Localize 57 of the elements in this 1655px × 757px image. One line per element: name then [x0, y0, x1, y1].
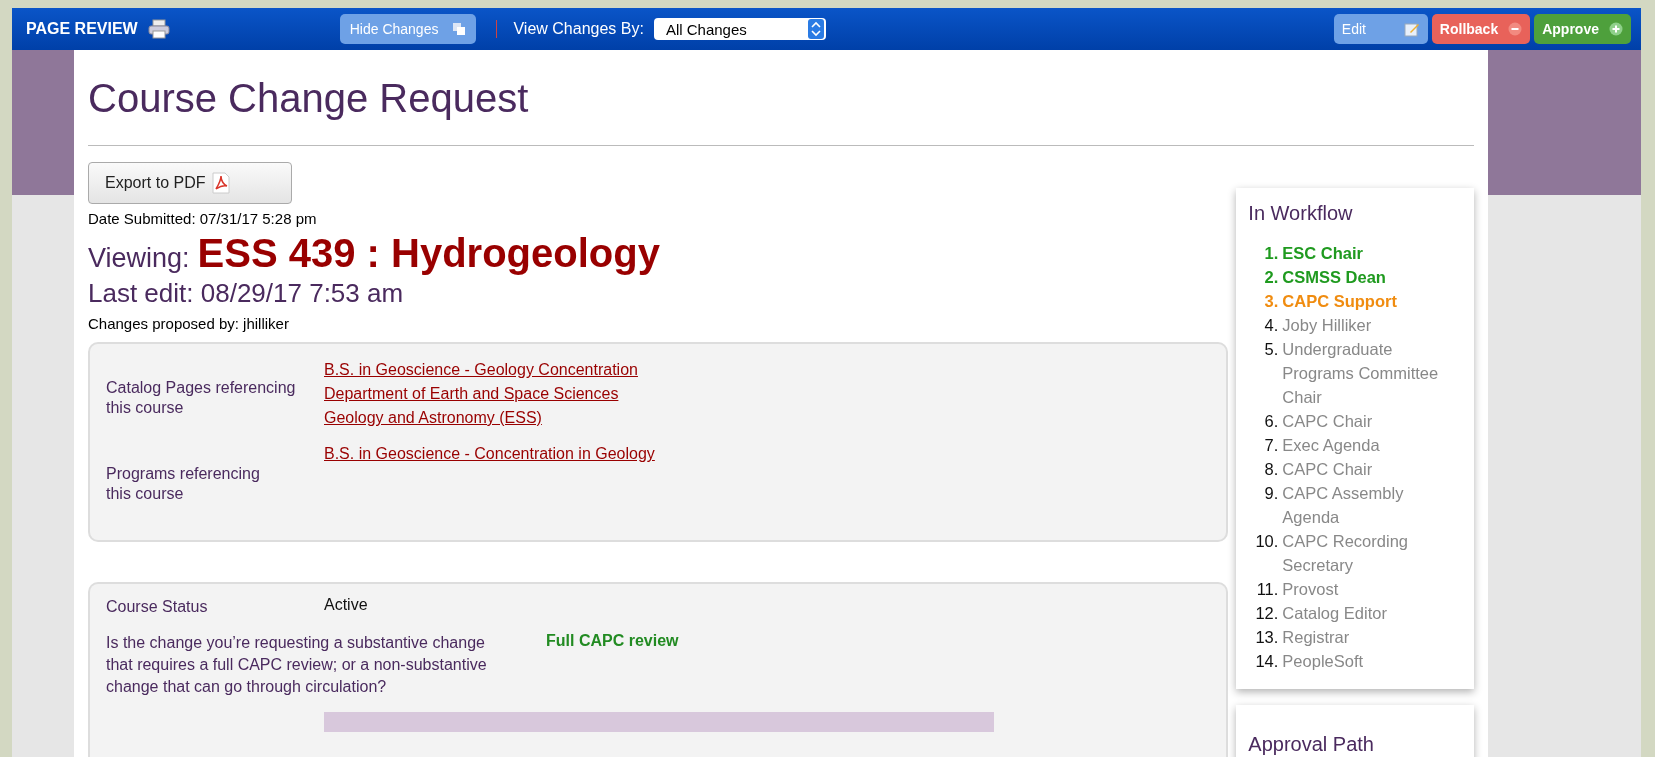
page-review-title: PAGE REVIEW [26, 20, 138, 38]
workflow-step: Catalog Editor [1282, 601, 1387, 625]
course-title: ESS 439 : Hydrogeology [197, 231, 660, 276]
workflow-step: Registrar [1282, 625, 1350, 649]
workflow-step: CAPC Assembly Agenda [1282, 481, 1462, 529]
field-value: Full CAPC review [546, 632, 679, 651]
reference-link[interactable]: B.S. in Geoscience - Geology Concentration [324, 358, 638, 382]
pdf-icon [211, 172, 232, 194]
workflow-step: ESC Chair [1282, 241, 1364, 265]
printer-icon[interactable] [147, 19, 170, 39]
chevron-icon [807, 19, 824, 39]
step-number: 12. [1254, 603, 1279, 624]
page-title: Course Change Request [88, 75, 530, 121]
step-number: 6. [1263, 411, 1279, 432]
step-number: 4. [1263, 315, 1279, 336]
field-label: Is the change you’re requesting a substantive change that requires a full CAPC review; or a non-substantive change that can go through circulation? [106, 633, 488, 697]
workflow-step: CSMSS Dean [1282, 265, 1386, 289]
step-number: 13. [1254, 627, 1279, 648]
step-number: 9. [1263, 483, 1279, 504]
workflow-step: CAPC Support [1282, 289, 1397, 313]
step-number: 5. [1263, 339, 1279, 360]
date-submitted: Date Submitted: 07/31/17 5:28 pm [88, 210, 318, 227]
export-pdf-button[interactable]: Export to PDF [88, 162, 292, 204]
reference-label: Programs referencing this course [106, 464, 261, 504]
viewing-label: Viewing: [88, 243, 190, 274]
workflow-step: CAPC Recording Secretary [1282, 529, 1462, 577]
minus-circle-icon [1508, 22, 1523, 36]
pencil-icon [1403, 21, 1420, 37]
reference-link[interactable]: Department of Earth and Space Sciences [324, 382, 638, 406]
view-changes-select[interactable]: All Changes [653, 18, 826, 40]
step-number: 10. [1254, 531, 1279, 552]
view-changes-label: View Changes By: [513, 20, 644, 38]
step-number: 8. [1263, 459, 1279, 480]
step-number: 7. [1263, 435, 1279, 456]
field-label: Course Status [106, 597, 209, 617]
proposed-by: Changes proposed by: jhilliker [88, 315, 290, 332]
step-number: 3. [1263, 291, 1279, 312]
last-edit-date: Last edit: 08/29/17 7:53 am [88, 278, 405, 309]
workflow-step: Joby Hilliker [1282, 313, 1372, 337]
workflow-step: CAPC Chair [1282, 409, 1373, 433]
reference-link[interactable]: B.S. in Geoscience - Concentration in Geology [324, 442, 655, 466]
field-value: Active [324, 596, 368, 615]
step-number: 11. [1255, 579, 1279, 600]
workflow-step: CAPC Chair [1282, 457, 1373, 481]
workflow-step: Provost [1282, 577, 1339, 601]
copy-icon [452, 22, 467, 36]
reference-link[interactable]: Geology and Astronomy (ESS) [324, 406, 638, 430]
approval-path-title: Approval Path [1248, 733, 1375, 756]
workflow-title: In Workflow [1248, 202, 1354, 225]
step-number: 2. [1263, 267, 1279, 288]
reference-label: Catalog Pages referencing this course [106, 378, 296, 418]
workflow-step: Undergraduate Programs Committee Chair [1282, 337, 1462, 409]
workflow-step: Exec Agenda [1282, 433, 1380, 457]
workflow-step: PeopleSoft [1282, 649, 1364, 673]
plus-circle-icon [1609, 22, 1623, 36]
step-number: 1. [1263, 243, 1279, 264]
step-number: 14. [1254, 651, 1279, 672]
